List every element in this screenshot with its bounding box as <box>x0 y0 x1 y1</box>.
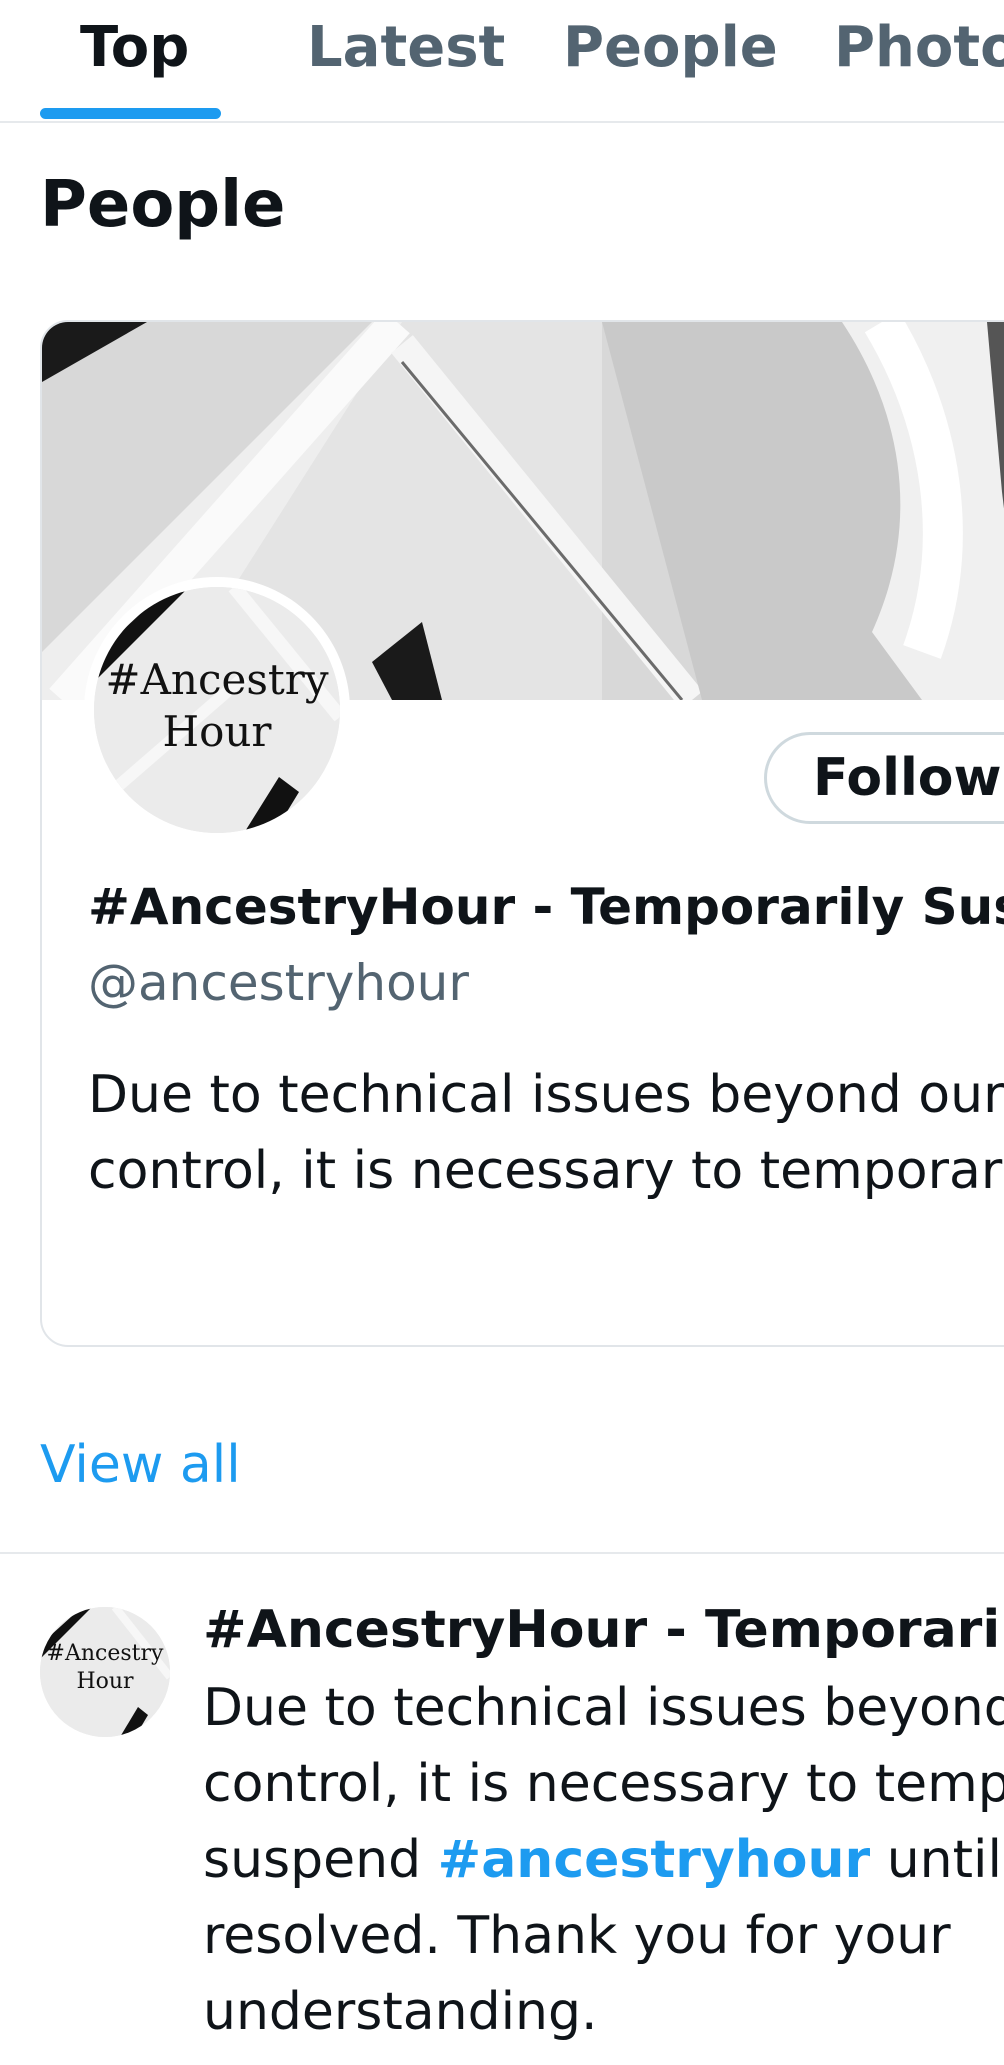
user-bio-line: Due to technical issues beyond our <box>88 1065 1004 1125</box>
following-button[interactable]: Following <box>764 732 1004 824</box>
tweet-text-line: understanding. <box>203 1982 598 2042</box>
section-title: People <box>40 168 286 242</box>
user-bio: Due to technical issues beyond our contr… <box>88 1057 1004 1209</box>
user-card[interactable]: #Ancestry Hour Following #AncestryHour -… <box>40 320 1004 1347</box>
tab-people[interactable]: People <box>563 14 778 82</box>
tweet-text-segment: suspend <box>203 1830 438 1890</box>
avatar-text-line1: #Ancestry <box>105 655 329 704</box>
user-display-name[interactable]: #AncestryHour - Temporarily Suspended <box>88 876 1004 938</box>
tweet-text-line: Due to technical issues beyond our <box>203 1678 1004 1738</box>
search-tabs: Top Latest People Photos <box>0 0 1004 123</box>
tab-top[interactable]: Top <box>80 14 189 82</box>
tweet-author-name[interactable]: #AncestryHour - Temporarily Suspended <box>203 1598 1004 1662</box>
avatar-image: #Ancestry Hour <box>94 587 340 833</box>
section-divider <box>0 1552 1004 1554</box>
tweet-avatar-text-line2: Hour <box>76 1669 134 1694</box>
avatar-text-line2: Hour <box>162 707 272 756</box>
tab-latest[interactable]: Latest <box>307 14 505 82</box>
tweet-text-line: resolved. Thank you for your <box>203 1906 951 1966</box>
tweet-text-line: suspend #ancestryhour until this is <box>203 1822 1004 1898</box>
hashtag-link[interactable]: #ancestryhour <box>438 1830 871 1890</box>
view-all-link[interactable]: View all <box>40 1432 241 1498</box>
tweet-text-line: control, it is necessary to temporarily <box>203 1754 1004 1814</box>
tweet-text-segment: until this is <box>886 1830 1004 1890</box>
active-tab-indicator <box>40 108 221 119</box>
tweet-avatar-text-line1: #Ancestry <box>46 1641 164 1666</box>
user-bio-line: control, it is necessary to temporarily <box>88 1141 1004 1201</box>
user-handle[interactable]: @ancestryhour <box>88 952 469 1014</box>
avatar[interactable]: #Ancestry Hour <box>84 577 350 843</box>
tweet-avatar[interactable]: #Ancestry Hour <box>40 1607 170 1737</box>
tweet-text: Due to technical issues beyond our contr… <box>203 1670 1004 2050</box>
search-results-screen: Top Latest People Photos People <box>0 0 1004 2065</box>
tab-photos[interactable]: Photos <box>834 14 1004 82</box>
